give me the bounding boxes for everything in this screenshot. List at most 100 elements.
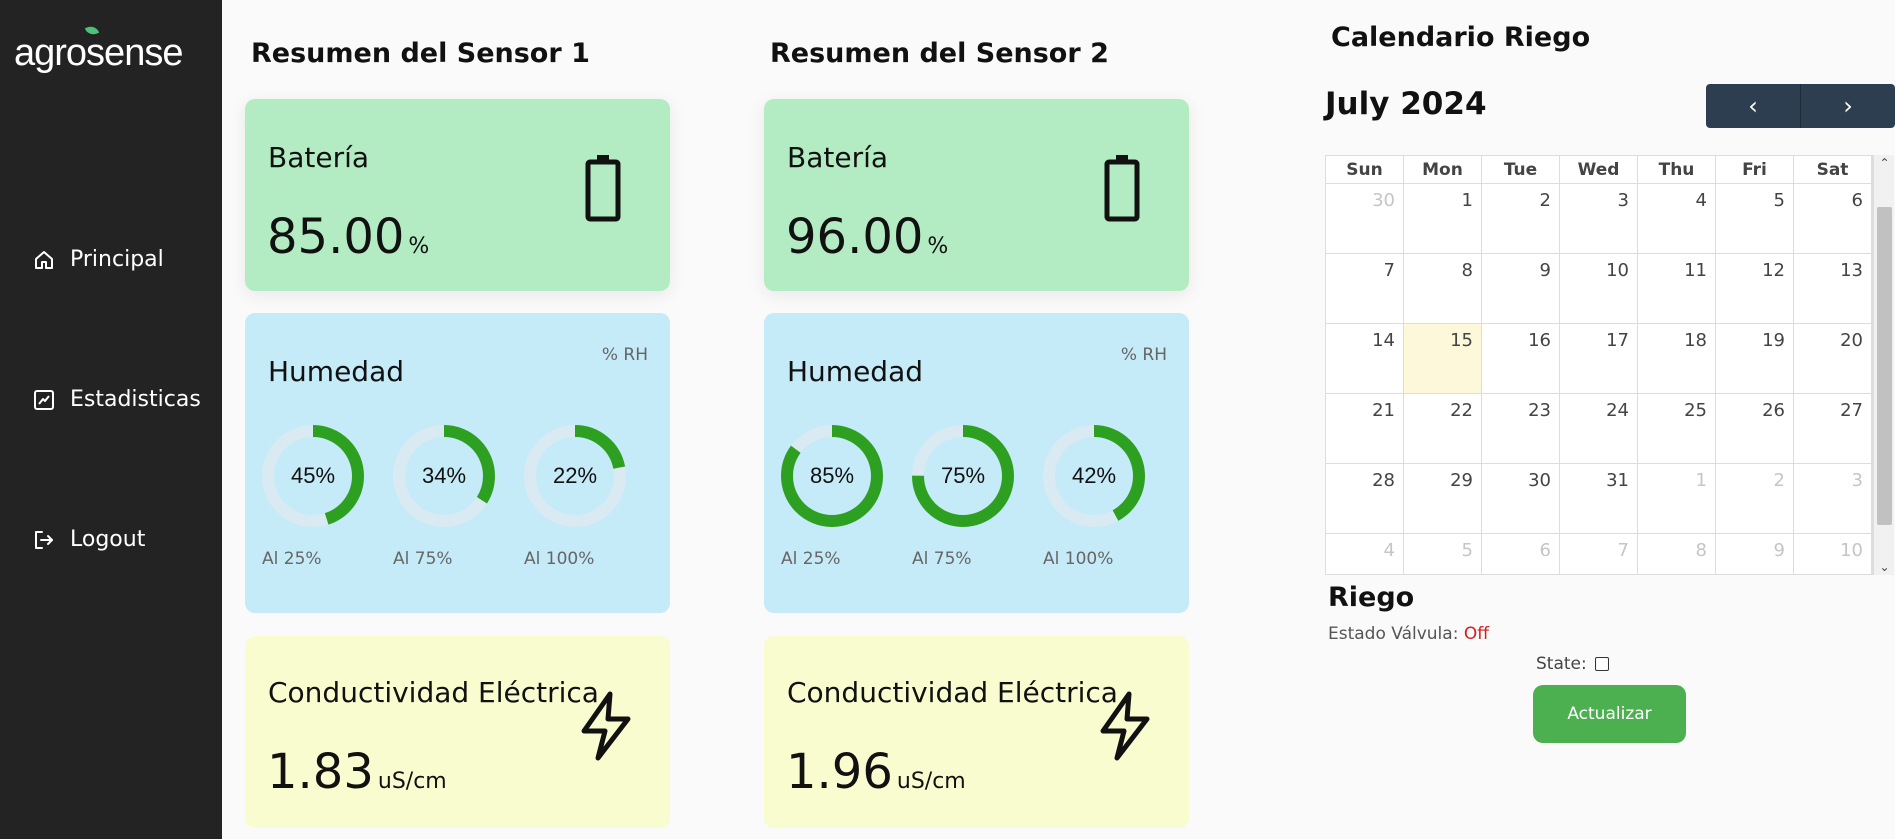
calendar-day[interactable]: 1 xyxy=(1638,464,1716,533)
calendar-day[interactable]: 10 xyxy=(1794,534,1872,574)
calendar-day[interactable]: 24 xyxy=(1560,394,1638,463)
state-label: State: xyxy=(1536,654,1587,674)
state-checkbox[interactable] xyxy=(1594,657,1609,671)
calendar-day[interactable]: 25 xyxy=(1638,394,1716,463)
conductivity-number: 1.83 xyxy=(267,744,374,800)
calendar-day[interactable]: 7 xyxy=(1560,534,1638,574)
calendar-day[interactable]: 7 xyxy=(1326,254,1404,323)
weekday-header: Sun xyxy=(1326,156,1404,183)
home-icon xyxy=(35,250,53,269)
calendar-day[interactable]: 21 xyxy=(1326,394,1404,463)
calendar-day[interactable]: 4 xyxy=(1638,184,1716,253)
gauge-caption: Al 75% xyxy=(912,549,972,569)
calendar-day[interactable]: 1 xyxy=(1404,184,1482,253)
battery-value: 96.00% xyxy=(786,209,948,265)
weekday-header: Mon xyxy=(1404,156,1482,183)
conductivity-unit: uS/cm xyxy=(377,769,447,794)
gauge-value: 45% xyxy=(290,463,336,488)
lightning-icon xyxy=(1100,691,1150,761)
calendar-day[interactable]: 5 xyxy=(1716,184,1794,253)
prev-month-button[interactable]: ‹ xyxy=(1706,84,1800,128)
sensor-1-humidity-card: Humedad % RH 45% Al 25% 34% Al 75% 22% A… xyxy=(245,313,670,613)
state-row: State: xyxy=(1536,654,1609,674)
battery-label: Batería xyxy=(268,141,370,174)
calendar-day[interactable]: 19 xyxy=(1716,324,1794,393)
gauge-caption: Al 100% xyxy=(524,549,595,569)
gauge-value: 75% xyxy=(940,463,986,488)
actualizar-button[interactable]: Actualizar xyxy=(1533,685,1686,743)
sensor-1-conductivity-card: Conductividad Eléctrica 1.83 uS/cm xyxy=(245,636,670,828)
calendar-day[interactable]: 8 xyxy=(1404,254,1482,323)
calendar-week-row: 28 29 30 31 1 2 3 xyxy=(1326,464,1872,534)
conductivity-unit: uS/cm xyxy=(896,769,966,794)
next-month-button[interactable]: › xyxy=(1800,84,1895,128)
calendar-week-row: 14 15 16 17 18 19 20 xyxy=(1326,324,1872,394)
sidebar-item-logout[interactable]: Logout xyxy=(32,527,145,552)
calendar-day[interactable]: 29 xyxy=(1404,464,1482,533)
calendar-day[interactable]: 4 xyxy=(1326,534,1404,574)
calendar-scrollbar[interactable]: ⌃ ⌄ xyxy=(1873,155,1894,575)
battery-icon xyxy=(1104,155,1140,222)
battery-number: 96.00 xyxy=(786,209,924,265)
sidebar-item-estadisticas[interactable]: Estadisticas xyxy=(32,387,201,412)
calendar-day[interactable]: 12 xyxy=(1716,254,1794,323)
calendar-day[interactable]: 2 xyxy=(1716,464,1794,533)
calendar-day[interactable]: 2 xyxy=(1482,184,1560,253)
sidebar-item-label: Logout xyxy=(70,527,146,552)
sidebar-item-principal[interactable]: Principal xyxy=(32,247,164,272)
calendar-day[interactable]: 17 xyxy=(1560,324,1638,393)
sensor-2-battery-card: Batería 96.00% xyxy=(764,99,1189,291)
scroll-thumb[interactable] xyxy=(1877,207,1892,525)
conductivity-label: Conductividad Eléctrica xyxy=(268,676,599,709)
sidebar: agrosense Principal Estadisticas Logout xyxy=(0,0,222,839)
logo-text: agrosense xyxy=(14,32,183,74)
calendar-day[interactable]: 22 xyxy=(1404,394,1482,463)
calendar-day[interactable]: 9 xyxy=(1716,534,1794,574)
battery-unit: % xyxy=(408,234,430,259)
calendar-day[interactable]: 14 xyxy=(1326,324,1404,393)
gauge-caption: Al 25% xyxy=(781,549,841,569)
scroll-down-icon[interactable]: ⌄ xyxy=(1874,559,1895,575)
calendar-day[interactable]: 16 xyxy=(1482,324,1560,393)
calendar-day[interactable]: 31 xyxy=(1560,464,1638,533)
battery-number: 85.00 xyxy=(267,209,405,265)
sidebar-item-label: Estadisticas xyxy=(70,387,201,412)
calendar-day[interactable]: 23 xyxy=(1482,394,1560,463)
calendar-day[interactable]: 9 xyxy=(1482,254,1560,323)
calendar-day[interactable]: 3 xyxy=(1794,464,1872,533)
calendar-day-today[interactable]: 15 xyxy=(1404,324,1482,393)
calendar-day[interactable]: 10 xyxy=(1560,254,1638,323)
sensor-2-conductivity-card: Conductividad Eléctrica 1.96 uS/cm xyxy=(764,636,1189,828)
battery-label: Batería xyxy=(787,141,889,174)
calendar-day[interactable]: 6 xyxy=(1482,534,1560,574)
agrosense-logo: agrosense xyxy=(14,24,183,75)
calendar-day[interactable]: 28 xyxy=(1326,464,1404,533)
humidity-label: Humedad xyxy=(787,355,924,388)
weekday-header: Wed xyxy=(1560,156,1638,183)
calendar-day[interactable]: 11 xyxy=(1638,254,1716,323)
calendar-day[interactable]: 26 xyxy=(1716,394,1794,463)
sensor-2-humidity-card: Humedad % RH 85% Al 25% 75% Al 75% 42% A… xyxy=(764,313,1189,613)
gauge-value: 42% xyxy=(1071,463,1117,488)
scroll-up-icon[interactable]: ⌃ xyxy=(1874,155,1895,171)
calendar-day[interactable]: 30 xyxy=(1326,184,1404,253)
gauge-value: 85% xyxy=(809,463,855,488)
calendar-day[interactable]: 27 xyxy=(1794,394,1872,463)
weekday-header: Fri xyxy=(1716,156,1794,183)
calendar-day[interactable]: 13 xyxy=(1794,254,1872,323)
calendar-title: Calendario Riego xyxy=(1331,22,1591,53)
calendar-day[interactable]: 5 xyxy=(1404,534,1482,574)
calendar-day[interactable]: 20 xyxy=(1794,324,1872,393)
valve-status-value: Off xyxy=(1463,624,1489,644)
battery-unit: % xyxy=(927,234,949,259)
riego-title: Riego xyxy=(1328,582,1415,613)
calendar-grid: Sun Mon Tue Wed Thu Fri Sat 30 1 2 3 4 5 6 7 8 9 10 11 12 1… xyxy=(1325,155,1873,575)
calendar-day[interactable]: 6 xyxy=(1794,184,1872,253)
calendar-day[interactable]: 18 xyxy=(1638,324,1716,393)
logout-icon xyxy=(35,530,53,549)
calendar-day[interactable]: 3 xyxy=(1560,184,1638,253)
calendar-day[interactable]: 30 xyxy=(1482,464,1560,533)
battery-icon xyxy=(585,155,621,222)
calendar-day[interactable]: 8 xyxy=(1638,534,1716,574)
sidebar-item-label: Principal xyxy=(70,247,164,272)
